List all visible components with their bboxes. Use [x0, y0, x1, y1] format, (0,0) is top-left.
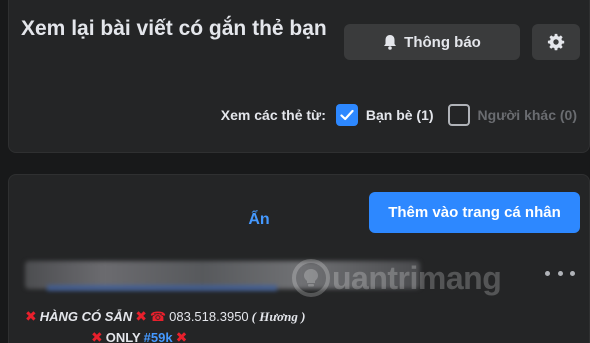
- tagged-posts-header-card: Xem lại bài viết có gắn thẻ bạn Thông bá…: [8, 0, 590, 153]
- cross-mark-icon: ✖: [175, 329, 188, 343]
- bell-icon: [384, 35, 397, 50]
- telephone-icon: ☎: [149, 308, 167, 324]
- post-hashtag[interactable]: #59k: [144, 330, 173, 343]
- notifications-button-label: Thông báo: [404, 33, 481, 51]
- page-title: Xem lại bài viết có gắn thẻ bạn: [21, 17, 327, 40]
- add-to-profile-button[interactable]: Thêm vào trang cá nhân: [369, 192, 580, 233]
- post-shop-text: HÀNG CÓ SẴN: [39, 309, 133, 324]
- post-phone: 083.518.3950: [169, 309, 249, 324]
- post-name: ( Hương ): [251, 308, 306, 324]
- watermark-text: uantrimang: [332, 259, 502, 296]
- tag-source-filter: Xem các thẻ từ: Bạn bè (1) Người khác (0…: [221, 104, 577, 126]
- blurred-author-info-underline: [47, 285, 277, 291]
- check-icon: [340, 109, 354, 121]
- watermark-logo: uantrimang: [292, 259, 502, 297]
- others-checkbox[interactable]: [447, 104, 470, 126]
- friends-checkbox[interactable]: [335, 104, 358, 126]
- filter-label: Xem các thẻ từ:: [220, 107, 326, 123]
- gear-icon: [547, 33, 565, 51]
- cross-mark-icon: ✖: [91, 329, 103, 343]
- more-icon-dot: [570, 270, 575, 276]
- settings-button[interactable]: [532, 24, 580, 60]
- tagged-post-card: Ẩn Thêm vào trang cá nhân uantrimang ✖ H…: [8, 174, 590, 343]
- notifications-button[interactable]: Thông báo: [344, 24, 520, 60]
- more-options-button[interactable]: [545, 265, 575, 281]
- cross-mark-icon: ✖: [135, 308, 147, 324]
- more-icon-dot: [557, 270, 563, 276]
- more-icon: [545, 270, 550, 276]
- post-text-line-1: ✖ HÀNG CÓ SẴN ✖ ☎ 083.518.3950 ( Hương ): [25, 308, 305, 325]
- others-option-label[interactable]: Người khác (0): [478, 107, 577, 123]
- hide-button[interactable]: Ẩn: [219, 201, 299, 239]
- post-text-line-2: ✖ ONLY #59k ✖: [91, 329, 187, 343]
- lightbulb-icon: [292, 259, 330, 297]
- post-only-text: ONLY: [105, 330, 141, 343]
- friends-option-label[interactable]: Bạn bè (1): [366, 107, 434, 123]
- cross-mark-icon: ✖: [25, 308, 37, 324]
